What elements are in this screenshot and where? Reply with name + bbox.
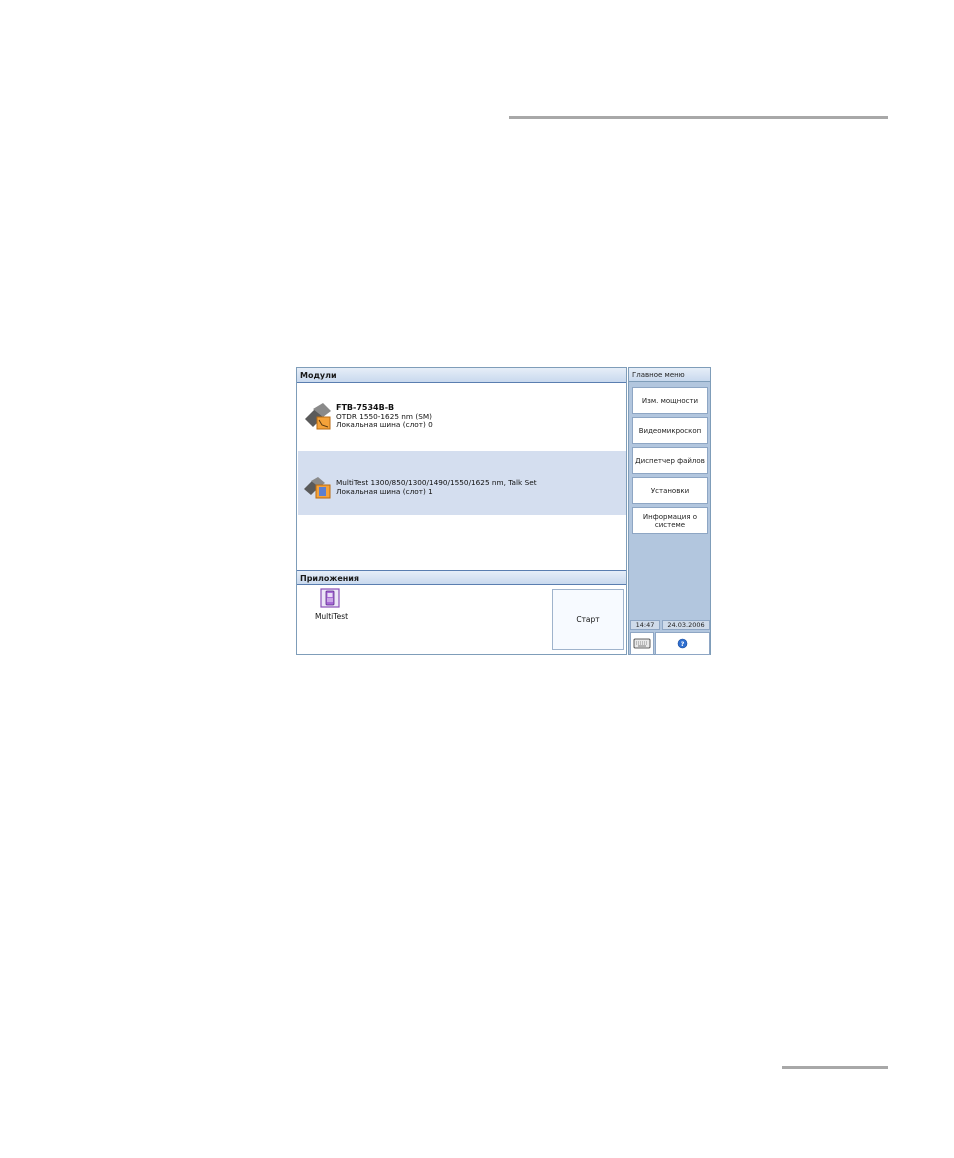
page-rule-bottom bbox=[782, 1066, 888, 1069]
system-info-button[interactable]: Информация о системе bbox=[632, 507, 708, 534]
module-item[interactable]: FTB-7534B-B OTDR 1550-1625 nm (SM) Локал… bbox=[298, 398, 626, 438]
otdr-module-icon bbox=[305, 403, 331, 430]
app-label: MultiTest bbox=[314, 612, 349, 621]
app-multitest[interactable]: MultiTest bbox=[309, 588, 354, 628]
power-meter-button[interactable]: Изм. мощности bbox=[632, 387, 708, 414]
multitest-module-icon bbox=[304, 477, 331, 499]
page-rule-top bbox=[509, 116, 888, 119]
keyboard-icon bbox=[633, 638, 651, 649]
settings-button[interactable]: Установки bbox=[632, 477, 708, 504]
video-microscope-button[interactable]: Видеомикроскоп bbox=[632, 417, 708, 444]
help-icon: ? bbox=[677, 638, 688, 649]
file-manager-button[interactable]: Диспетчер файлов bbox=[632, 447, 708, 474]
modules-header: Модули bbox=[297, 368, 626, 383]
svg-text:?: ? bbox=[681, 640, 685, 648]
app-window: Модули FTB-7534B-B OTDR 1550-1625 nm (SM… bbox=[296, 367, 711, 655]
module-slot: Локальная шина (слот) 0 bbox=[336, 420, 433, 429]
help-button[interactable]: ? bbox=[655, 632, 710, 655]
module-item-selected[interactable]: MultiTest 1300/850/1300/1490/1550/1625 n… bbox=[298, 451, 626, 515]
left-pane: Модули FTB-7534B-B OTDR 1550-1625 nm (SM… bbox=[296, 367, 627, 655]
main-menu-title: Главное меню bbox=[629, 368, 710, 382]
status-date: 24.03.2006 bbox=[662, 620, 710, 630]
main-menu-panel: Главное меню Изм. мощности Видеомикроско… bbox=[628, 367, 711, 655]
keyboard-button[interactable] bbox=[630, 632, 654, 655]
multitest-icon bbox=[320, 588, 340, 608]
module-slot: Локальная шина (слот) 1 bbox=[336, 486, 433, 496]
start-button[interactable]: Старт bbox=[552, 589, 624, 650]
status-time: 14:47 bbox=[630, 620, 660, 630]
applications-header: Приложения bbox=[297, 570, 626, 585]
